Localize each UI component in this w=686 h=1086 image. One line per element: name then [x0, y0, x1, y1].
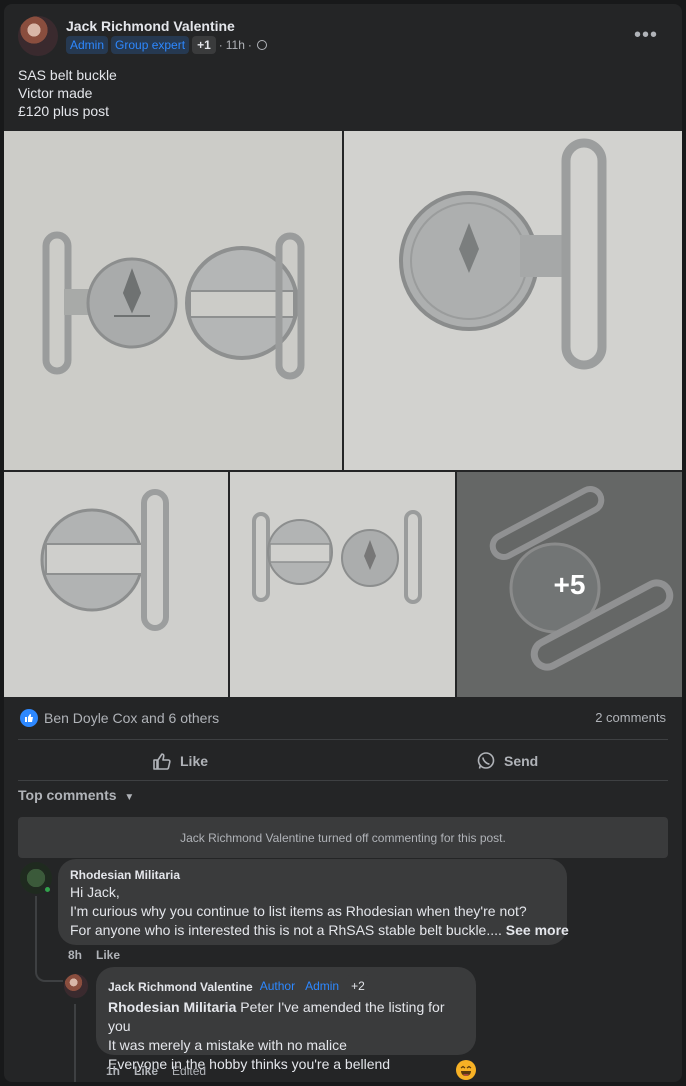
admin-badge[interactable]: Admin — [302, 977, 342, 996]
reply-line: Rhodesian Militaria Peter I've amended t… — [108, 998, 464, 1036]
group-expert-badge[interactable]: Group expert — [111, 36, 190, 54]
author-avatar[interactable] — [18, 16, 58, 56]
caret-down-icon: ▼ — [124, 792, 135, 803]
comment-line: Hi Jack, — [70, 884, 120, 900]
like-button[interactable]: Like — [152, 742, 208, 780]
commenting-off-notice: Jack Richmond Valentine turned off comme… — [18, 817, 668, 858]
post-text-line: SAS belt buckle — [18, 67, 117, 83]
more-options-button[interactable]: ••• — [634, 25, 658, 45]
comment-actions: 8h Like — [68, 948, 120, 962]
send-button[interactable]: Send — [476, 742, 538, 780]
author-name[interactable]: Jack Richmond Valentine — [66, 18, 235, 34]
reply-like-button[interactable]: Like — [134, 1064, 158, 1078]
photo-4[interactable] — [230, 472, 455, 697]
post-meta: Admin Group expert +1 · 11h · — [66, 36, 267, 54]
commenter-name[interactable]: Rhodesian Militaria — [70, 867, 555, 883]
comment-count[interactable]: 2 comments — [595, 710, 666, 725]
divider — [18, 739, 668, 740]
edited-label: Edited — [172, 1064, 207, 1078]
haha-reaction-icon[interactable] — [456, 1060, 476, 1080]
dot-separator: · — [218, 38, 223, 52]
laughing-face-icon — [460, 1065, 472, 1076]
post-time[interactable]: 11h — [226, 38, 245, 52]
photo-5-more[interactable]: +5 — [457, 472, 682, 697]
reply-bubble: Jack Richmond Valentine Author Admin +2 … — [96, 967, 476, 1072]
reply-actions: 1h Like Edited — [106, 1064, 206, 1078]
reply-header: Jack Richmond Valentine Author Admin +2 — [108, 975, 464, 998]
reply-time[interactable]: 1h — [106, 1064, 120, 1078]
see-more-link[interactable]: See more — [506, 922, 569, 938]
author-badge[interactable]: Author — [257, 977, 298, 996]
buckle-photo-image — [344, 131, 682, 470]
photo-grid: +5 — [4, 131, 682, 697]
comment-time[interactable]: 8h — [68, 948, 82, 962]
online-status-dot — [43, 885, 52, 894]
comment-sort-dropdown[interactable]: Top comments ▼ — [18, 787, 134, 803]
comment-bubble: Rhodesian Militaria Hi Jack, I'm curious… — [58, 859, 569, 945]
sort-label: Top comments — [18, 787, 117, 803]
comment-like-button[interactable]: Like — [96, 948, 120, 962]
reply-avatar[interactable] — [64, 974, 88, 998]
thread-connector — [35, 896, 63, 982]
post-text-line: £120 plus post — [18, 103, 110, 119]
reply-line: It was merely a mistake with no malice — [108, 1037, 347, 1053]
photo-3[interactable] — [4, 472, 228, 697]
photo-1[interactable] — [4, 131, 342, 470]
like-label: Like — [180, 753, 209, 769]
thumbs-up-icon — [153, 753, 171, 770]
like-reaction-icon — [20, 709, 38, 727]
post-card: Jack Richmond Valentine Admin Group expe… — [4, 4, 682, 1082]
post-text-line: Victor made — [18, 85, 93, 101]
thread-connector — [74, 1004, 76, 1082]
divider — [18, 780, 668, 781]
mention-link[interactable]: Rhodesian Militaria — [108, 999, 236, 1015]
reactions-bar: Ben Doyle Cox and 6 others 2 comments — [20, 708, 666, 728]
extra-badge-count[interactable]: +1 — [192, 36, 216, 54]
buckle-photo-image — [230, 472, 455, 697]
reaction-names[interactable]: Ben Doyle Cox and 6 others — [44, 710, 219, 726]
dot-separator: · — [247, 38, 252, 52]
buckle-photo-image — [4, 472, 228, 697]
comment-line: For anyone who is interested this is not… — [70, 921, 569, 940]
comment-line-text: For anyone who is interested this is not… — [70, 922, 502, 938]
more-photos-count: +5 — [457, 472, 682, 697]
action-bar: Like Send — [18, 742, 668, 780]
thumbs-up-icon — [25, 714, 33, 722]
extra-badge-count[interactable]: +2 — [346, 975, 370, 998]
admin-badge[interactable]: Admin — [66, 36, 109, 54]
post-header: Jack Richmond Valentine Admin Group expe… — [18, 16, 668, 60]
buckle-photo-image — [4, 131, 342, 470]
post-text: SAS belt buckle Victor made £120 plus po… — [18, 66, 117, 120]
globe-icon — [256, 40, 267, 50]
photo-2[interactable] — [344, 131, 682, 470]
send-label: Send — [504, 753, 539, 769]
whatsapp-icon — [477, 752, 495, 769]
reply-author-name[interactable]: Jack Richmond Valentine — [108, 979, 253, 995]
comment-line: I'm curious why you continue to list ite… — [70, 903, 527, 919]
